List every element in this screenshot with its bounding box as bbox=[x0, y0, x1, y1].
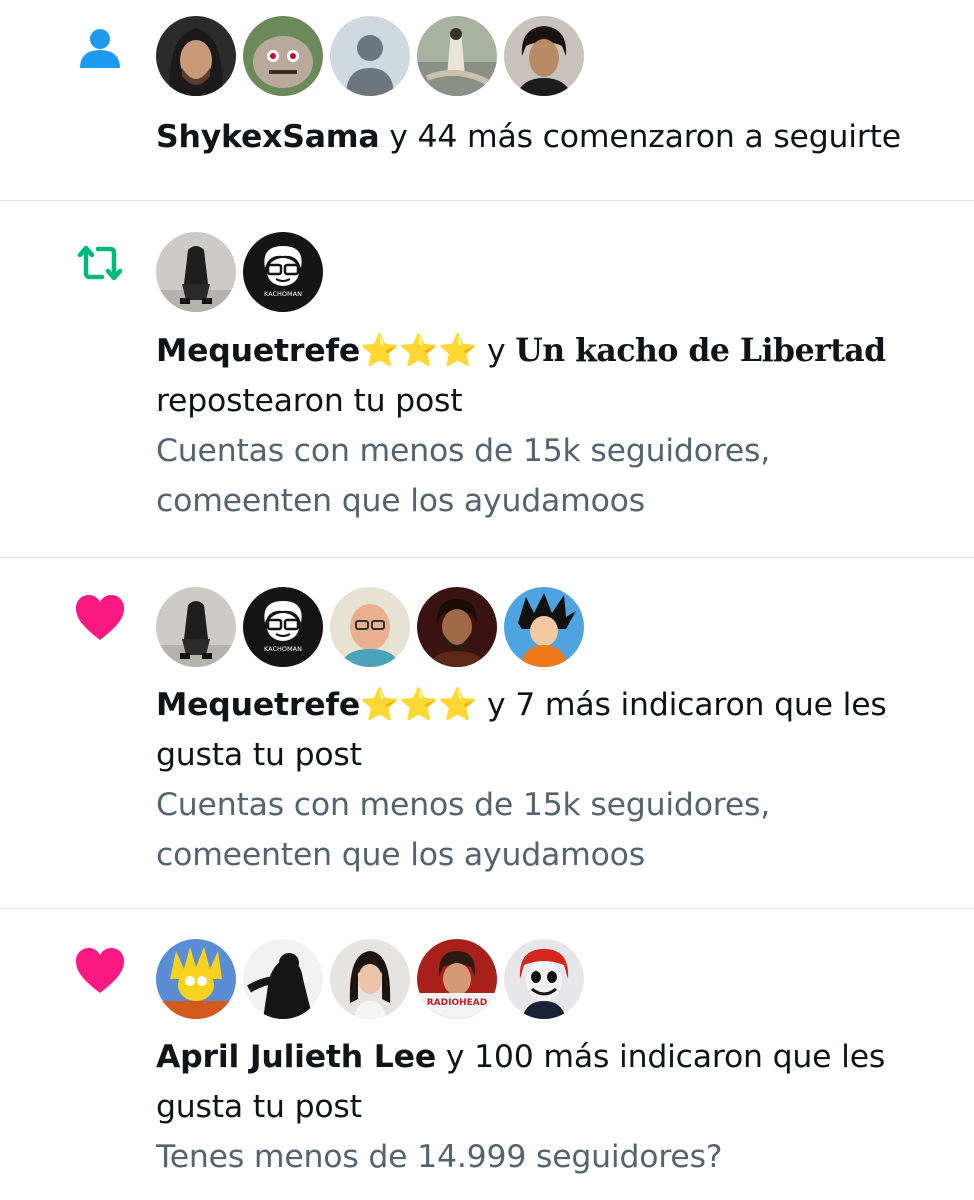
notification-action: y 44 más comenzaron a seguirte bbox=[389, 119, 901, 155]
avatar-group: KACHOMAN bbox=[156, 587, 960, 667]
avatar-group: KACHOMAN bbox=[156, 232, 960, 312]
avatar[interactable] bbox=[417, 587, 497, 667]
post-snippet[interactable]: Tenes menos de 14.999 seguidores? bbox=[156, 1132, 960, 1182]
actor-name[interactable]: ShykexSama bbox=[156, 119, 380, 155]
notification-like[interactable]: RADIOHEAD April Julieth Lee y 100 más in… bbox=[0, 909, 974, 1200]
star-emoji: ⭐⭐⭐ bbox=[360, 333, 478, 369]
person-icon bbox=[72, 20, 128, 76]
actor-name[interactable]: April Julieth Lee bbox=[156, 1039, 436, 1075]
actor-name-2[interactable]: Un kacho de Libertad bbox=[515, 332, 886, 369]
kachoman-label: KACHOMAN bbox=[264, 645, 302, 653]
avatar[interactable]: RADIOHEAD bbox=[417, 939, 497, 1019]
radiohead-label: RADIOHEAD bbox=[427, 998, 487, 1008]
avatar-group bbox=[156, 16, 960, 96]
avatar[interactable] bbox=[330, 939, 410, 1019]
post-snippet[interactable]: Cuentas con menos de 15k seguidores, com… bbox=[156, 780, 856, 880]
avatar[interactable]: KACHOMAN bbox=[243, 587, 323, 667]
avatar[interactable] bbox=[504, 16, 584, 96]
avatar[interactable] bbox=[243, 16, 323, 96]
avatar-group: RADIOHEAD bbox=[156, 939, 960, 1019]
avatar[interactable]: KACHOMAN bbox=[243, 232, 323, 312]
avatar[interactable] bbox=[417, 16, 497, 96]
star-emoji: ⭐⭐⭐ bbox=[360, 687, 478, 723]
notification-repost[interactable]: KACHOMAN Mequetrefe⭐⭐⭐ y Un kacho de Lib… bbox=[0, 201, 974, 558]
post-snippet[interactable]: Cuentas con menos de 15k seguidores, com… bbox=[156, 426, 856, 526]
avatar[interactable] bbox=[330, 587, 410, 667]
kachoman-label: KACHOMAN bbox=[264, 290, 302, 298]
avatar[interactable] bbox=[504, 587, 584, 667]
heart-icon bbox=[72, 943, 128, 999]
actor-name[interactable]: Mequetrefe bbox=[156, 333, 360, 369]
avatar[interactable] bbox=[156, 16, 236, 96]
actor-name[interactable]: Mequetrefe bbox=[156, 687, 360, 723]
notification-action: repostearon tu post bbox=[156, 383, 463, 419]
connector-text: y bbox=[486, 333, 506, 369]
repost-icon bbox=[72, 235, 128, 291]
avatar[interactable] bbox=[156, 939, 236, 1019]
avatar[interactable] bbox=[243, 939, 323, 1019]
avatar[interactable] bbox=[330, 16, 410, 96]
avatar[interactable] bbox=[504, 939, 584, 1019]
avatar[interactable] bbox=[156, 232, 236, 312]
notification-follow[interactable]: ShykexSama y 44 más comenzaron a seguirt… bbox=[0, 0, 974, 201]
avatar[interactable] bbox=[156, 587, 236, 667]
heart-icon bbox=[72, 590, 128, 646]
notification-like[interactable]: KACHOMAN Mequetrefe⭐⭐⭐ y 7 más indicaron… bbox=[0, 558, 974, 909]
notifications-feed: ShykexSama y 44 más comenzaron a seguirt… bbox=[0, 0, 974, 1200]
